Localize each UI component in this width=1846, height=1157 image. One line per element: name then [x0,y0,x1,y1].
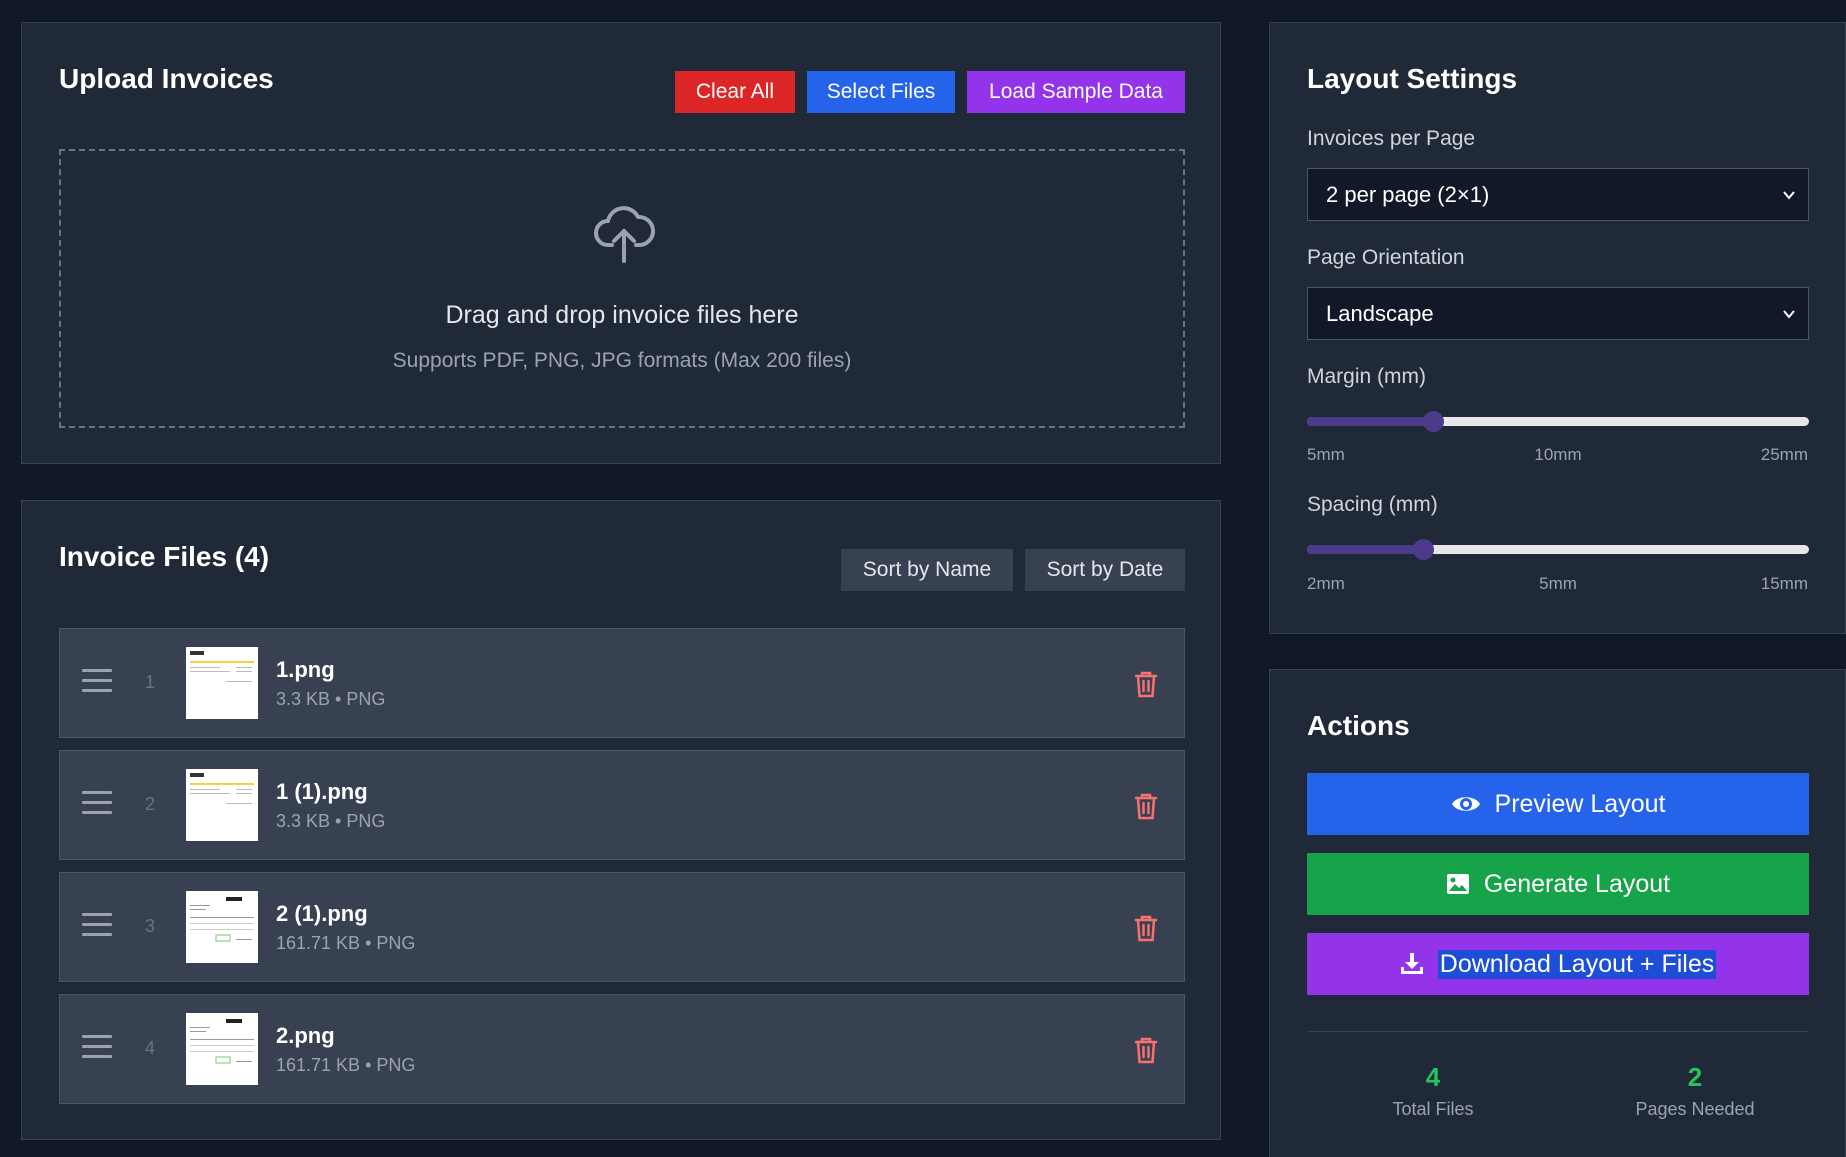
actions-panel: Actions Preview Layout Generate Layout D… [1269,669,1846,1157]
sort-by-date-button[interactable]: Sort by Date [1025,549,1185,591]
spacing-slider[interactable] [1307,539,1809,560]
file-row[interactable]: 3 2 (1).png 161.71 KB • PNG [59,872,1185,982]
drag-handle-icon[interactable] [82,1035,112,1061]
file-meta: 3.3 KB • PNG [276,811,386,831]
file-name: 1.png [276,657,335,682]
spacing-label: Spacing (mm) [1307,493,1438,516]
spacing-tick-mid: 5mm [1539,574,1577,593]
clear-all-button[interactable]: Clear All [675,71,795,113]
row-index: 2 [144,794,155,814]
file-thumbnail [186,647,258,719]
file-name: 2 (1).png [276,901,368,926]
margin-slider-thumb[interactable] [1422,411,1444,432]
spacing-slider-thumb[interactable] [1412,539,1434,560]
preview-layout-label: Preview Layout [1494,789,1666,818]
chevron-down-icon [1783,191,1795,200]
page-orientation-select[interactable]: Landscape [1307,287,1809,340]
margin-slider[interactable] [1307,411,1809,432]
chevron-down-icon [1783,310,1795,319]
margin-label: Margin (mm) [1307,365,1426,388]
file-row[interactable]: 1 1.png 3.3 KB • PNG [59,628,1185,738]
file-meta: 3.3 KB • PNG [276,689,386,709]
row-index: 1 [144,672,155,692]
page-orientation-label: Page Orientation [1307,246,1465,269]
spacing-tick-min: 2mm [1307,574,1345,593]
invoices-per-page-label: Invoices per Page [1307,127,1476,150]
file-thumbnail [186,891,258,963]
invoices-per-page-value: 2 per page (2×1) [1326,181,1490,207]
total-files-stat: 4 Total Files [1333,1062,1533,1120]
trash-icon[interactable] [1134,1036,1158,1064]
pages-needed-label: Pages Needed [1635,1099,1755,1119]
trash-icon[interactable] [1134,914,1158,942]
download-icon [1400,953,1423,974]
cloud-upload-icon [594,206,656,263]
file-meta: 161.71 KB • PNG [276,1055,416,1075]
files-panel: Invoice Files (4) Sort by Name Sort by D… [21,500,1221,1140]
margin-tick-mid: 10mm [1534,445,1582,464]
drag-handle-icon[interactable] [82,913,112,939]
generate-layout-button[interactable]: Generate Layout [1307,853,1809,915]
file-name: 2.png [276,1023,335,1048]
trash-icon[interactable] [1134,792,1158,820]
layout-settings-title: Layout Settings [1307,63,1518,94]
margin-slider-fill [1307,417,1433,426]
drag-handle-icon[interactable] [82,791,112,817]
drag-handle-icon[interactable] [82,669,112,695]
row-index: 3 [144,916,155,936]
row-index: 4 [144,1038,155,1058]
load-sample-data-button[interactable]: Load Sample Data [967,71,1185,113]
total-files-label: Total Files [1392,1099,1474,1119]
file-name: 1 (1).png [276,779,368,804]
file-thumbnail [186,769,258,841]
file-row[interactable]: 2 1 (1).png 3.3 KB • PNG [59,750,1185,860]
invoices-per-page-select[interactable]: 2 per page (2×1) [1307,168,1809,221]
preview-layout-button[interactable]: Preview Layout [1307,773,1809,835]
image-icon [1446,874,1469,894]
file-meta: 161.71 KB • PNG [276,933,416,953]
sort-by-name-button[interactable]: Sort by Name [841,549,1013,591]
pages-needed-value: 2 [1687,1062,1703,1092]
eye-icon [1451,797,1480,811]
upload-title: Upload Invoices [59,63,274,94]
dropzone-title: Drag and drop invoice files here [445,301,799,329]
spacing-tick-max: 15mm [1760,574,1808,593]
divider [1307,1031,1809,1032]
upload-panel: Upload Invoices Clear All Select Files L… [21,22,1221,464]
dropzone[interactable]: Drag and drop invoice files here Support… [59,149,1185,428]
margin-tick-min: 5mm [1307,445,1345,464]
margin-tick-max: 25mm [1760,445,1808,464]
generate-layout-label: Generate Layout [1483,869,1671,898]
layout-settings-panel: Layout Settings Invoices per Page 2 per … [1269,22,1846,634]
pages-needed-stat: 2 Pages Needed [1595,1062,1795,1120]
actions-title: Actions [1307,710,1410,741]
download-layout-button[interactable]: Download Layout + Files [1307,933,1809,995]
dropzone-subtitle: Supports PDF, PNG, JPG formats (Max 200 … [392,349,852,372]
download-layout-label: Download Layout + Files [1437,949,1717,979]
file-thumbnail [186,1013,258,1085]
total-files-value: 4 [1425,1062,1441,1092]
spacing-slider-fill [1307,545,1423,554]
select-files-button[interactable]: Select Files [807,71,955,113]
page-orientation-value: Landscape [1326,300,1434,326]
file-row[interactable]: 4 2.png 161.71 KB • PNG [59,994,1185,1104]
trash-icon[interactable] [1134,670,1158,698]
files-title: Invoice Files (4) [59,541,270,572]
